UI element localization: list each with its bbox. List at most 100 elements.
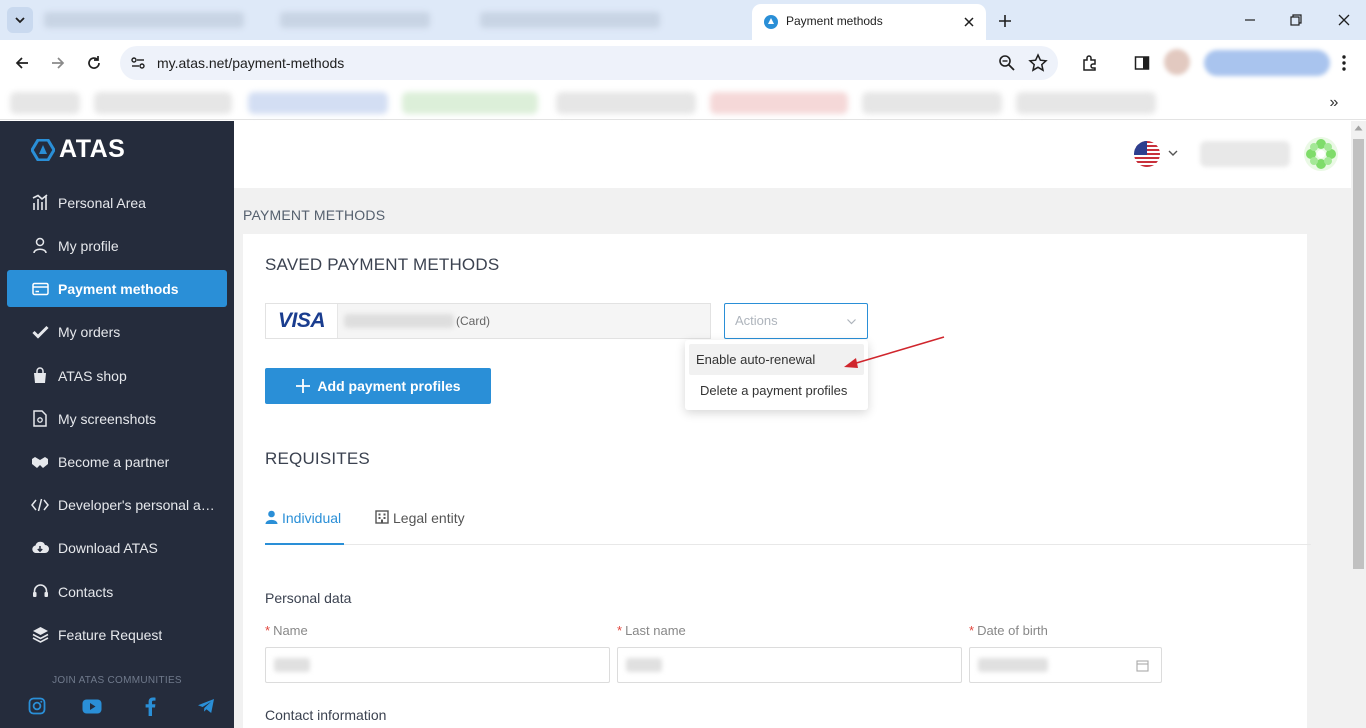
sidebar-item-my-orders[interactable]: My orders <box>7 313 227 350</box>
cloud-download-icon <box>31 539 49 557</box>
bookmark-item[interactable] <box>10 92 80 114</box>
bookmark-item[interactable] <box>94 92 232 114</box>
add-button-label: Add payment profiles <box>317 378 461 394</box>
blurred-tab[interactable] <box>480 12 660 28</box>
blurred-tab[interactable] <box>44 12 244 28</box>
saved-methods-title: SAVED PAYMENT METHODS <box>265 255 500 274</box>
bookmark-item[interactable] <box>710 92 848 114</box>
visa-logo: VISA <box>266 304 338 338</box>
site-settings-icon[interactable] <box>130 55 146 71</box>
actions-select[interactable]: Actions <box>724 303 868 339</box>
sidebar-item-feature-request[interactable]: Feature Request <box>7 616 227 653</box>
main-header <box>234 121 1351 188</box>
sidebar-item-download-atas[interactable]: Download ATAS <box>7 529 227 566</box>
layers-icon <box>31 626 49 644</box>
user-avatar[interactable] <box>1302 135 1340 173</box>
sidebar-item-developer-personal-account[interactable]: Developer's personal acc... <box>7 486 227 523</box>
credit-card-icon <box>31 280 49 298</box>
page-title: PAYMENT METHODS <box>243 207 386 223</box>
building-icon <box>375 510 389 524</box>
scroll-up-icon[interactable] <box>1354 125 1363 131</box>
sidebar-item-my-screenshots[interactable]: My screenshots <box>7 400 227 437</box>
tab-individual[interactable]: Individual <box>265 510 344 545</box>
check-icon <box>31 323 49 341</box>
account-chip[interactable] <box>1204 50 1330 76</box>
instagram-icon[interactable] <box>27 696 47 716</box>
restore-icon[interactable] <box>1284 8 1308 32</box>
bookmark-item[interactable] <box>556 92 696 114</box>
chart-bars-icon <box>31 194 49 212</box>
facebook-icon[interactable] <box>140 696 160 716</box>
page-scrollbar[interactable] <box>1351 121 1366 728</box>
tab-individual-label: Individual <box>282 510 342 526</box>
more-menu-icon[interactable] <box>1333 52 1355 74</box>
atas-favicon-icon <box>764 15 778 29</box>
reload-icon[interactable] <box>82 51 106 75</box>
sidebar-item-atas-shop[interactable]: ATAS shop <box>7 357 227 394</box>
calendar-icon[interactable] <box>1136 659 1149 672</box>
tab-legal-entity[interactable]: Legal entity <box>375 510 465 545</box>
chevron-down-icon <box>15 17 25 24</box>
sidebar-item-become-a-partner[interactable]: Become a partner <box>7 443 227 480</box>
telegram-icon[interactable] <box>196 696 216 716</box>
bookmark-star-icon[interactable] <box>1028 53 1048 73</box>
tab-legal-entity-label: Legal entity <box>393 510 465 526</box>
back-icon[interactable] <box>10 51 34 75</box>
requisites-title: REQUISITES <box>265 449 370 468</box>
minimize-icon[interactable] <box>1238 8 1262 32</box>
blurred-tab[interactable] <box>280 12 430 28</box>
sidebar-item-personal-area[interactable]: Personal Area <box>7 184 227 221</box>
more-bookmarks-icon[interactable]: » <box>1324 92 1344 114</box>
last-name-label: * Last name <box>617 623 686 638</box>
close-tab-icon[interactable] <box>960 13 978 31</box>
date-of-birth-field[interactable] <box>969 647 1162 683</box>
extensions-icon[interactable] <box>1079 52 1101 74</box>
add-payment-profiles-button[interactable]: Add payment profiles <box>265 368 491 404</box>
active-tab[interactable]: Payment methods <box>752 4 986 40</box>
profile-avatar[interactable] <box>1164 49 1190 75</box>
browser-tab-bar: Payment methods <box>0 0 1366 40</box>
tab-title: Payment methods <box>786 14 883 28</box>
chevron-down-icon <box>847 319 856 325</box>
screenshot-icon <box>31 410 49 428</box>
atas-logo[interactable]: ATAS <box>31 135 125 164</box>
sidebar-item-payment-methods[interactable]: Payment methods <box>7 270 227 307</box>
chevron-down-icon[interactable] <box>1167 147 1179 159</box>
code-icon <box>31 496 49 514</box>
last-name-field[interactable] <box>617 647 962 683</box>
bookmark-item[interactable] <box>402 92 538 114</box>
bookmark-item[interactable] <box>1016 92 1156 114</box>
tab-search-button[interactable] <box>7 7 33 33</box>
address-bar[interactable]: my.atas.net/payment-methods <box>120 46 1058 80</box>
date-of-birth-label: * Date of birth <box>969 623 1048 638</box>
handshake-icon <box>31 453 49 471</box>
person-icon <box>265 510 278 524</box>
atas-logo-icon <box>31 138 55 161</box>
sidebar: ATAS Personal Area My profile Payment me… <box>0 121 234 728</box>
payment-card-panel: SAVED PAYMENT METHODS VISA (Card) Action… <box>243 234 1311 728</box>
youtube-icon[interactable] <box>82 696 102 716</box>
close-window-icon[interactable] <box>1332 8 1356 32</box>
new-tab-icon[interactable] <box>994 10 1016 32</box>
user-name[interactable] <box>1200 141 1290 167</box>
requisites-tabs: Individual Legal entity <box>265 498 1311 545</box>
scrollbar-thumb[interactable] <box>1353 139 1364 569</box>
card-number <box>344 314 454 328</box>
bookmark-item[interactable] <box>248 92 388 114</box>
enable-auto-renewal-option[interactable]: Enable auto-renewal <box>689 344 864 375</box>
url-text: my.atas.net/payment-methods <box>157 55 345 71</box>
forward-icon[interactable] <box>46 51 70 75</box>
us-flag-icon[interactable] <box>1134 141 1160 167</box>
sidebar-item-my-profile[interactable]: My profile <box>7 227 227 264</box>
actions-placeholder: Actions <box>735 313 778 328</box>
sidebar-item-contacts[interactable]: Contacts <box>7 573 227 610</box>
side-panel-icon[interactable] <box>1131 52 1153 74</box>
shopping-bag-icon <box>31 367 49 385</box>
saved-payment-method: VISA (Card) <box>265 303 711 339</box>
headset-icon <box>31 583 49 601</box>
bookmark-item[interactable] <box>862 92 1002 114</box>
name-label: * Name <box>265 623 308 638</box>
delete-payment-profiles-option[interactable]: Delete a payment profiles <box>689 375 864 406</box>
name-field[interactable] <box>265 647 610 683</box>
zoom-icon[interactable] <box>998 54 1016 72</box>
